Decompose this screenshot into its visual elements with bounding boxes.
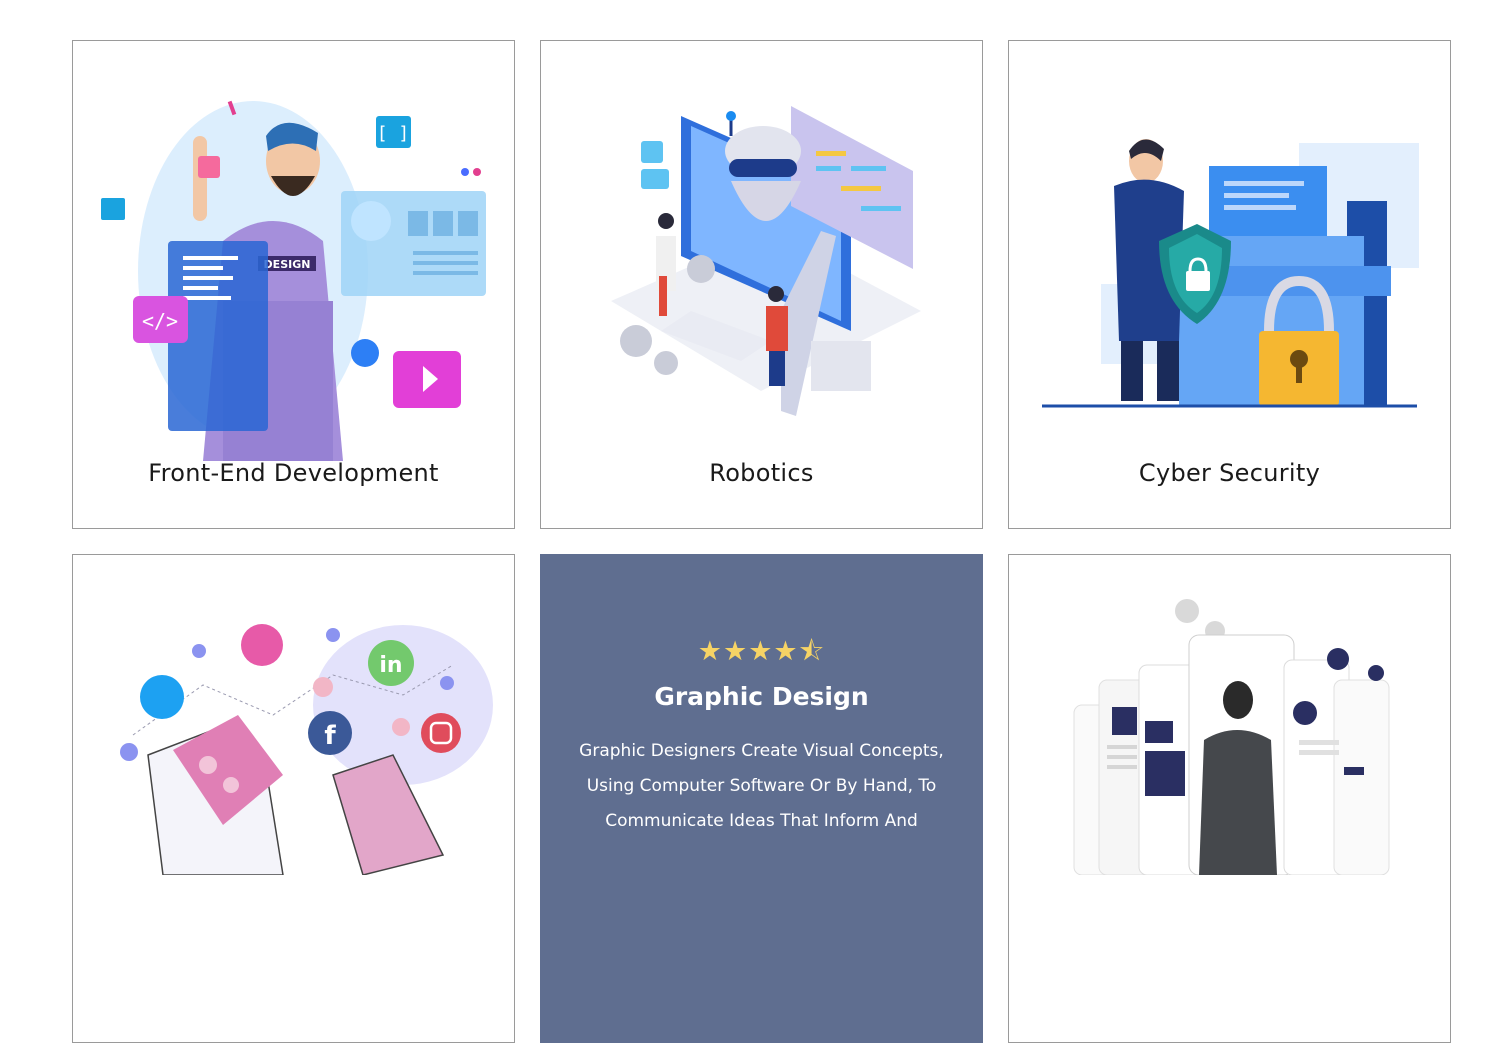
card-title: Cyber Security: [1138, 459, 1321, 487]
ui-ux-design-illustration: [1073, 599, 1390, 875]
course-card-social-media[interactable]: in f: [72, 554, 515, 1043]
svg-text:in: in: [379, 653, 402, 678]
design-badge-text: DESIGN: [264, 258, 311, 271]
front-end-developer-illustration: DESIGN </> [ ]: [101, 100, 486, 461]
svg-text:f: f: [324, 721, 336, 751]
course-card-robotics[interactable]: Robotics: [540, 40, 983, 529]
robotics-illustration: [611, 106, 921, 416]
rating-stars: ★★★★⯪: [697, 636, 826, 667]
course-card-graphic-design[interactable]: ★★★★⯪ Graphic Design Graphic Designers C…: [540, 554, 983, 1043]
card-title: Front-End Development: [148, 459, 439, 487]
social-media-illustration: in f: [120, 624, 493, 875]
svg-text:</>: </>: [142, 309, 178, 333]
card-title: Robotics: [709, 459, 814, 487]
course-card-front-end[interactable]: DESIGN </> [ ] Front-End Development: [72, 40, 515, 529]
course-card-ui-ux[interactable]: [1008, 554, 1451, 1043]
card-title: Graphic Design: [654, 682, 869, 711]
course-card-cyber-security[interactable]: Cyber Security: [1008, 40, 1451, 529]
svg-text:[ ]: [ ]: [377, 123, 410, 144]
cyber-security-illustration: [1042, 139, 1419, 408]
card-description: Graphic Designers Create Visual Concepts…: [579, 741, 944, 831]
